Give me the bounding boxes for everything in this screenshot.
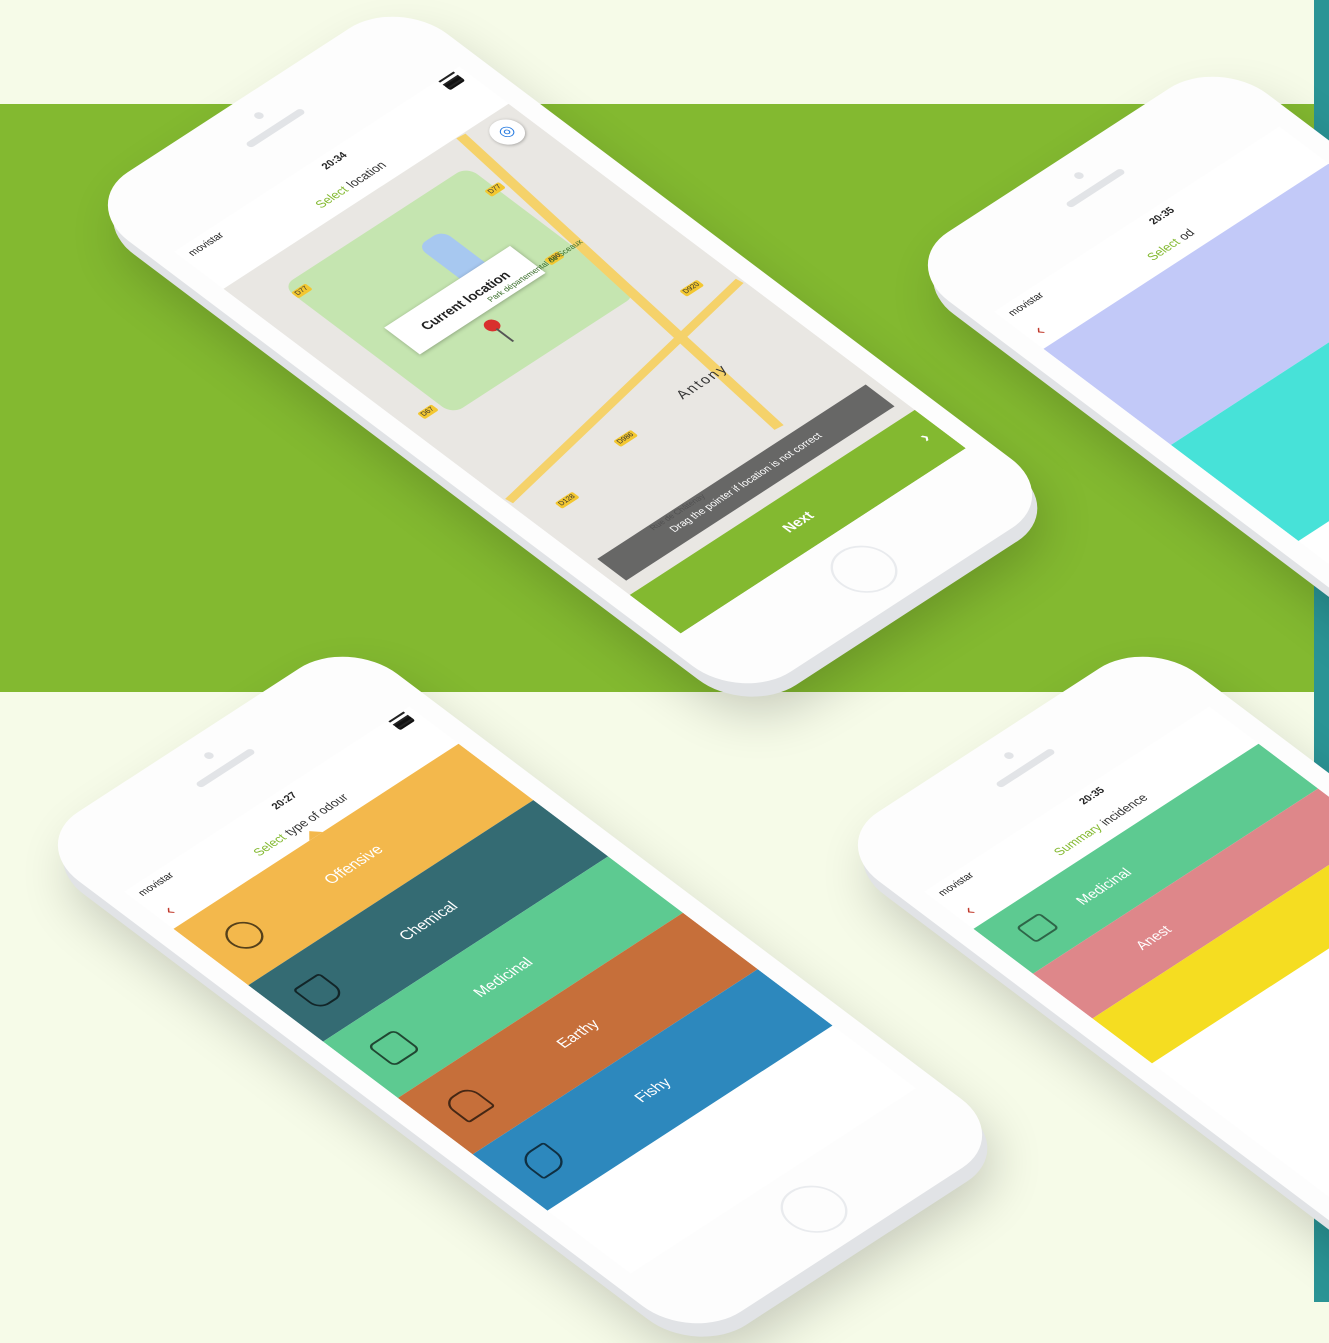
odour-label: Earthy <box>552 1016 604 1051</box>
face-icon <box>217 916 272 955</box>
first-aid-kit-icon <box>366 1029 421 1067</box>
title-accent: Select <box>311 183 352 211</box>
chevron-right-icon: › <box>913 428 936 446</box>
home-button[interactable] <box>766 1176 862 1243</box>
tree-icon <box>441 1085 496 1124</box>
flask-icon <box>292 972 347 1011</box>
back-arrow-icon[interactable]: ‹ <box>1028 322 1051 339</box>
front-camera <box>202 750 216 761</box>
back-arrow-icon[interactable]: ‹ <box>158 902 181 919</box>
back-arrow-icon[interactable]: ‹ <box>958 902 981 919</box>
summary-screen: movistar 20:35 ‹ Summary incidence Medic… <box>924 706 1329 1274</box>
phone-odour: movistar 20:27 ‹ Select type of odour Of… <box>29 636 1011 1343</box>
locate-icon[interactable]: ◎ <box>481 114 533 150</box>
summary-label: Medicinal <box>1071 864 1136 908</box>
front-camera <box>1072 170 1086 181</box>
title-accent: Select <box>1143 235 1184 264</box>
front-camera <box>252 110 266 121</box>
summary-label: Anest <box>1131 922 1176 953</box>
odour-label: Fishy <box>630 1074 675 1106</box>
odour-label: Offensive <box>319 841 388 888</box>
camera-icon[interactable] <box>1015 912 1060 944</box>
fish-icon <box>516 1141 571 1180</box>
odour-label: Medicinal <box>469 954 537 1000</box>
road-tag: D128 <box>554 491 580 509</box>
home-button[interactable] <box>816 536 912 603</box>
title-accent: Select <box>249 831 290 859</box>
front-camera <box>1002 750 1016 761</box>
road-tag: D67 <box>417 404 439 420</box>
phone-summary-partial: movistar 20:35 ‹ Summary incidence Medic… <box>829 636 1329 1343</box>
odour-label: Chemical <box>394 898 462 944</box>
road-tag: D920 <box>679 279 705 297</box>
road-tag: D986 <box>613 429 639 448</box>
next-label: Next <box>778 508 818 536</box>
